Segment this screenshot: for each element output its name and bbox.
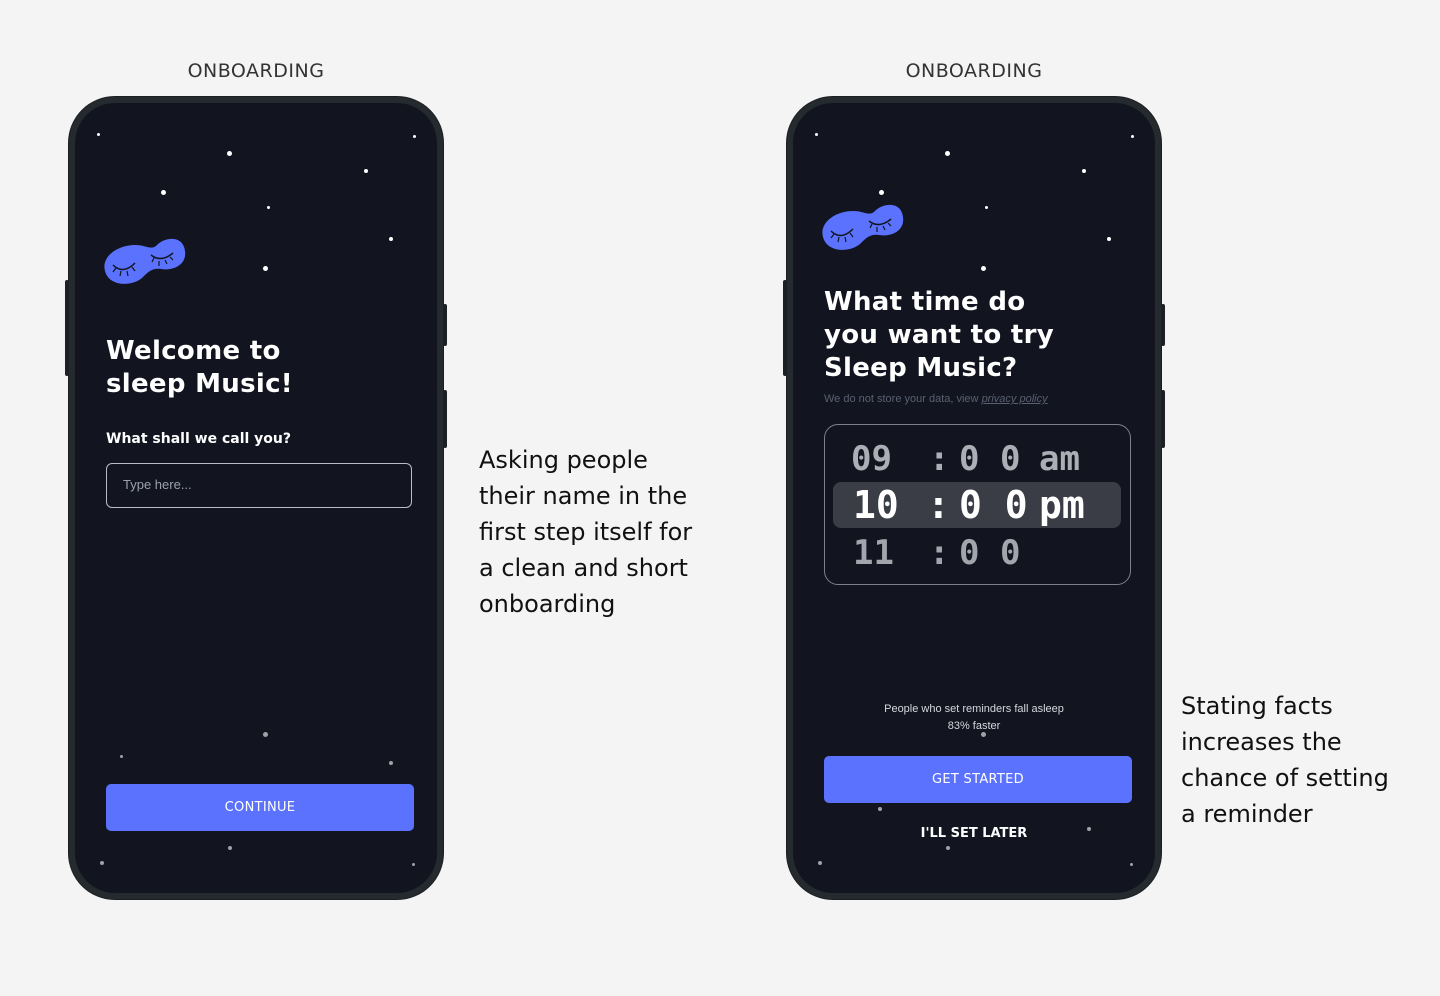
reminder-fact: People who set reminders fall asleep 83%… — [884, 703, 1064, 732]
star — [389, 761, 393, 765]
continue-button[interactable]: CONTINUE — [106, 784, 414, 831]
side-button — [1161, 304, 1165, 346]
privacy-policy-link[interactable]: privacy policy — [982, 393, 1048, 405]
star — [815, 133, 818, 136]
welcome-title: Welcome to sleep Music! — [106, 336, 293, 399]
star — [267, 206, 270, 209]
sleep-mask-icon — [104, 238, 186, 284]
star — [412, 863, 415, 866]
minute-value: 0 0 — [959, 439, 1021, 479]
time-separator: : — [929, 533, 950, 573]
minute-value: 0 0 — [959, 533, 1021, 573]
sleep-mask-icon — [822, 204, 904, 250]
star — [818, 861, 822, 865]
privacy-note: We do not store your data, view privacy … — [824, 393, 1048, 405]
star — [1130, 863, 1133, 866]
star — [228, 846, 232, 850]
star — [413, 135, 416, 138]
screen-caption-left: ONBOARDING — [187, 60, 325, 82]
side-button — [1161, 390, 1165, 448]
phone-frame-left: Welcome to sleep Music! What shall we ca… — [65, 97, 447, 899]
star — [878, 807, 882, 811]
minute-value: 0 0 — [959, 483, 1028, 527]
screen-caption-right: ONBOARDING — [905, 60, 1043, 82]
star — [981, 266, 986, 271]
reminder-title: What time do you want to try Sleep Music… — [824, 287, 1054, 383]
period-value: pm — [1039, 483, 1085, 527]
time-picker[interactable]: 09 : 0 0 am 10 : 0 0 pm 11 : 0 0 — [824, 424, 1131, 585]
get-started-button[interactable]: GET STARTED — [824, 756, 1132, 803]
star — [263, 266, 268, 271]
hour-value: 11 — [853, 533, 894, 573]
side-button — [443, 390, 447, 448]
side-button — [65, 280, 69, 376]
name-input[interactable]: Type here... — [106, 463, 412, 508]
star — [120, 755, 123, 758]
star — [985, 206, 988, 209]
set-later-button[interactable]: I'LL SET LATER — [793, 826, 1155, 841]
left-annotation: Asking people their name in the first st… — [479, 446, 693, 618]
star — [364, 169, 368, 173]
time-separator: : — [927, 483, 950, 527]
side-button — [783, 280, 787, 376]
star — [263, 732, 268, 737]
side-button — [443, 304, 447, 346]
welcome-screen: Welcome to sleep Music! What shall we ca… — [75, 103, 437, 893]
star — [100, 861, 104, 865]
star — [97, 133, 100, 136]
star — [161, 190, 166, 195]
hour-value: 10 — [853, 483, 899, 527]
right-annotation: Stating facts increases the chance of se… — [1181, 692, 1389, 828]
phone-frame-right: What time do you want to try Sleep Music… — [783, 97, 1165, 899]
reminder-screen: What time do you want to try Sleep Music… — [793, 103, 1155, 893]
star — [879, 190, 884, 195]
hour-value: 09 — [851, 439, 892, 479]
star — [945, 151, 950, 156]
name-question: What shall we call you? — [106, 431, 291, 447]
star — [1082, 169, 1086, 173]
period-value: am — [1039, 439, 1080, 479]
star — [227, 151, 232, 156]
star — [1107, 237, 1111, 241]
time-separator: : — [929, 439, 950, 479]
star — [946, 846, 950, 850]
star — [389, 237, 393, 241]
privacy-text: We do not store your data, view — [824, 393, 979, 405]
star — [1131, 135, 1134, 138]
